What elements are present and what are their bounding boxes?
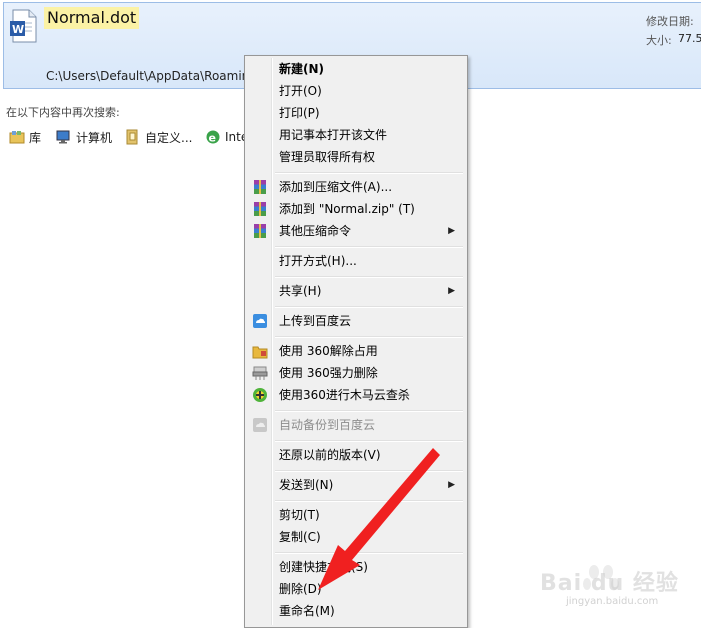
menu-separator — [275, 246, 463, 248]
menu-item-open-with-notepad[interactable]: 用记事本打开该文件 — [247, 124, 465, 146]
menu-item-open[interactable]: 打开(O) — [247, 80, 465, 102]
modified-date-label: 修改日期: — [646, 15, 694, 28]
menu-item-label: 使用360进行木马云查杀 — [279, 388, 410, 402]
menu-item-label: 上传到百度云 — [279, 314, 352, 328]
menu-item-open-with[interactable]: 打开方式(H)... — [247, 250, 465, 272]
internet-explorer-icon: e — [206, 130, 220, 145]
menu-separator — [275, 552, 463, 554]
svg-text:W: W — [12, 23, 24, 36]
menu-item-copy[interactable]: 复制(C) — [247, 526, 465, 548]
search-again-label: 在以下内容中再次搜索: — [6, 106, 120, 119]
menu-item-label: 自动备份到百度云 — [279, 418, 376, 432]
menu-item-add-to-archive[interactable]: 添加到压缩文件(A)... — [247, 176, 465, 198]
menu-item-label: 打印(P) — [279, 106, 320, 120]
computer-icon — [56, 130, 70, 144]
unlock-folder-icon — [252, 346, 268, 359]
menu-item-create-shortcut[interactable]: 创建快捷方式(S) — [247, 556, 465, 578]
search-location-label: 自定义... — [145, 130, 193, 145]
svg-text:e: e — [209, 132, 216, 145]
menu-item-label: 复制(C) — [279, 530, 321, 544]
word-document-icon: W — [10, 9, 37, 43]
search-results-window: W Normal.dot C:\Users\Default\AppData\Ro… — [0, 0, 701, 628]
baidu-backup-icon — [253, 418, 267, 432]
menu-item-label: 创建快捷方式(S) — [279, 560, 368, 574]
360-scan-icon — [253, 388, 267, 402]
menu-item-label: 打开方式(H)... — [279, 254, 357, 268]
menu-item-label: 其他压缩命令 — [279, 224, 352, 238]
menu-item-cut[interactable]: 剪切(T) — [247, 504, 465, 526]
menu-separator — [275, 306, 463, 308]
submenu-arrow-icon: ▶ — [448, 286, 455, 296]
menu-item-restore-previous-versions[interactable]: 还原以前的版本(V) — [247, 444, 465, 466]
file-path: C:\Users\Default\AppData\Roaming\Microso… — [46, 69, 246, 83]
watermark-url: jingyan.baidu.com — [566, 596, 659, 607]
menu-item-auto-backup-baidu-cloud: 自动备份到百度云 — [247, 414, 465, 436]
size-value: 77.5 — [678, 32, 701, 45]
menu-item-label: 添加到压缩文件(A)... — [279, 180, 393, 194]
size-label: 大小: — [646, 34, 672, 47]
search-location-label: 计算机 — [76, 130, 113, 145]
baidu-cloud-icon — [253, 314, 267, 328]
menu-separator — [275, 410, 463, 412]
menu-item-take-ownership[interactable]: 管理员取得所有权 — [247, 146, 465, 168]
menu-separator — [275, 172, 463, 174]
search-location-computer[interactable]: 计算机 — [56, 127, 112, 147]
menu-item-label: 删除(D) — [279, 582, 322, 596]
submenu-arrow-icon: ▶ — [448, 226, 455, 236]
menu-item-label: 发送到(N) — [279, 478, 334, 492]
menu-item-label: 添加到 "Normal.zip" (T) — [279, 202, 415, 216]
search-location-label: 库 — [29, 130, 42, 145]
menu-item-label: 使用 360解除占用 — [279, 344, 378, 358]
menu-item-label: 用记事本打开该文件 — [279, 128, 388, 142]
menu-item-send-to[interactable]: 发送到(N) ▶ — [247, 474, 465, 496]
menu-item-label: 打开(O) — [279, 84, 322, 98]
menu-item-print[interactable]: 打印(P) — [247, 102, 465, 124]
menu-item-360-trojan-scan[interactable]: 使用360进行木马云查杀 — [247, 384, 465, 406]
search-location-custom[interactable]: 自定义... — [125, 127, 192, 147]
menu-item-label: 重命名(M) — [279, 604, 335, 618]
menu-item-other-compress-commands[interactable]: 其他压缩命令 ▶ — [247, 220, 465, 242]
menu-item-upload-baidu-cloud[interactable]: 上传到百度云 — [247, 310, 465, 332]
winrar-icon — [254, 202, 266, 216]
search-location-internet[interactable]: e Inte — [205, 127, 248, 147]
search-location-libraries[interactable]: 库 — [9, 127, 41, 147]
menu-item-rename[interactable]: 重命名(M) — [247, 600, 465, 622]
menu-item-delete[interactable]: 删除(D) — [247, 578, 465, 600]
menu-item-share[interactable]: 共享(H) ▶ — [247, 280, 465, 302]
custom-folder-icon — [126, 129, 138, 145]
menu-item-label: 新建(N) — [279, 62, 325, 76]
menu-item-label: 剪切(T) — [279, 508, 320, 522]
watermark-brand: Bai du 经验 — [540, 571, 679, 596]
submenu-arrow-icon: ▶ — [448, 480, 455, 490]
menu-item-360-unlock[interactable]: 使用 360解除占用 — [247, 340, 465, 362]
menu-separator — [275, 470, 463, 472]
menu-item-new[interactable]: 新建(N) — [247, 58, 465, 80]
menu-separator — [275, 500, 463, 502]
menu-item-label: 共享(H) — [279, 284, 322, 298]
menu-separator — [275, 336, 463, 338]
menu-item-add-to-normal-zip[interactable]: 添加到 "Normal.zip" (T) — [247, 198, 465, 220]
context-menu: 新建(N) 打开(O) 打印(P) 用记事本打开该文件 管理员取得所有权 添加到… — [244, 55, 468, 628]
menu-item-label: 还原以前的版本(V) — [279, 448, 381, 462]
menu-item-label: 使用 360强力删除 — [279, 366, 378, 380]
menu-separator — [275, 276, 463, 278]
file-name: Normal.dot — [44, 7, 140, 29]
winrar-icon — [254, 180, 266, 194]
library-icon — [9, 131, 25, 144]
menu-separator — [275, 440, 463, 442]
menu-item-360-force-delete[interactable]: 使用 360强力删除 — [247, 362, 465, 384]
winrar-icon — [254, 224, 266, 238]
menu-item-label: 管理员取得所有权 — [279, 150, 376, 164]
shredder-icon — [252, 366, 268, 380]
